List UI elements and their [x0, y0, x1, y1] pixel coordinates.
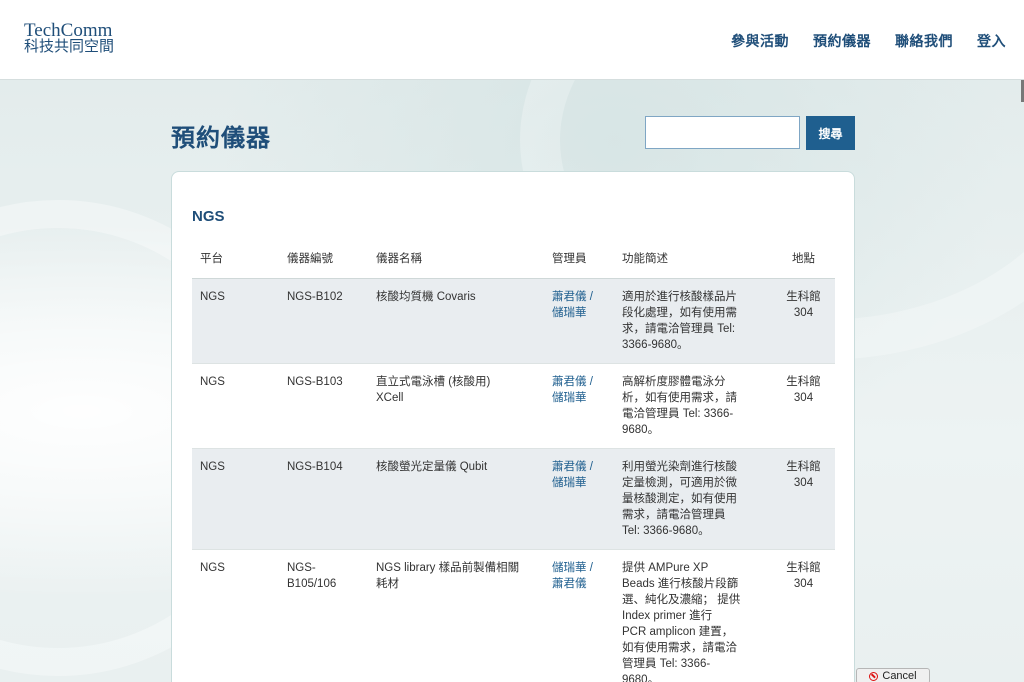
nav-contact[interactable]: 聯絡我們 — [895, 31, 953, 51]
cancel-icon — [869, 671, 879, 681]
site-header: TechComm 科技共同空間 參與活動 預約儀器 聯絡我們 登入 — [0, 0, 1024, 80]
main-nav: 參與活動 預約儀器 聯絡我們 登入 — [731, 31, 1006, 51]
column-header: 平台 — [192, 244, 279, 279]
cell-location: 生科館 304 — [772, 549, 835, 682]
column-header: 功能簡述 — [614, 244, 772, 279]
cell-instrument-name: NGS library 樣品前製備相關 耗材 — [368, 549, 544, 682]
cell-instrument-id: NGS-B103 — [279, 363, 368, 449]
cell-location: 生科館 304 — [772, 363, 835, 449]
nav-login[interactable]: 登入 — [977, 31, 1006, 51]
table-header-row: 平台 儀器編號 儀器名稱 管理員 功能簡述 地點 — [192, 244, 835, 279]
table-row: NGS NGS-B104 核酸螢光定量儀 Qubit 蕭君儀 / 儲瑞華 利用螢光染劑進… — [192, 448, 835, 550]
section-title: NGS — [192, 208, 225, 225]
cell-description: 適用於進行核酸樣品片 段化處理，如有使用需 求，請電洽管理員 Tel: 3366… — [614, 278, 772, 364]
cell-description: 高解析度膠體電泳分 析，如有使用需求，請 電洽管理員 Tel: 3366- 96… — [614, 363, 772, 449]
column-header: 管理員 — [544, 244, 614, 279]
page-title: 預約儀器 — [171, 125, 271, 152]
logo-text-en: TechComm — [24, 20, 113, 41]
nav-events[interactable]: 參與活動 — [731, 31, 789, 51]
cell-platform: NGS — [192, 363, 279, 449]
cell-instrument-id: NGS- B105/106 — [279, 549, 368, 682]
site-logo[interactable]: TechComm 科技共同空間 — [24, 20, 115, 56]
cell-manager[interactable]: 儲瑞華 / 蕭君儀 — [544, 549, 614, 682]
table-row: NGS NGS-B103 直立式電泳槽 (核酸用) XCell 蕭君儀 / 儲瑞華 高解… — [192, 363, 835, 449]
cell-instrument-id: NGS-B104 — [279, 448, 368, 550]
cell-description: 利用螢光染劑進行核酸 定量檢測，可適用於微 量核酸測定，如有使用 需求，請電洽管… — [614, 448, 772, 550]
cancel-label: Cancel — [882, 670, 917, 682]
table-row: NGS NGS-B102 核酸均質機 Covaris 蕭君儀 / 儲瑞華 適用於進行核酸… — [192, 278, 835, 364]
cell-instrument-name: 直立式電泳槽 (核酸用) XCell — [368, 363, 544, 449]
table-row: NGS NGS- B105/106 NGS library 樣品前製備相關 耗材 儲瑞… — [192, 549, 835, 682]
cancel-button[interactable]: Cancel — [856, 668, 930, 682]
instrument-panel: NGS 平台 儀器編號 儀器名稱 管理員 功能簡述 地點 NGS NGS-B102… — [171, 171, 855, 682]
search-input[interactable] — [645, 116, 800, 149]
cell-platform: NGS — [192, 549, 279, 682]
cell-manager[interactable]: 蕭君儀 / 儲瑞華 — [544, 448, 614, 550]
nav-reserve-instruments[interactable]: 預約儀器 — [813, 31, 871, 51]
cell-instrument-name: 核酸均質機 Covaris — [368, 278, 544, 364]
search-button[interactable]: 搜尋 — [806, 116, 855, 150]
cell-description: 提供 AMPure XP Beads 進行核酸片段篩 選、純化及濃縮； 提供 I… — [614, 549, 772, 682]
cell-platform: NGS — [192, 278, 279, 364]
cell-platform: NGS — [192, 448, 279, 550]
cell-instrument-name: 核酸螢光定量儀 Qubit — [368, 448, 544, 550]
logo-text-zh: 科技共同空間 — [24, 39, 115, 55]
cell-location: 生科館 304 — [772, 278, 835, 364]
cell-manager[interactable]: 蕭君儀 / 儲瑞華 — [544, 278, 614, 364]
instrument-table: 平台 儀器編號 儀器名稱 管理員 功能簡述 地點 NGS NGS-B102 核酸均質… — [192, 244, 835, 682]
column-header: 儀器名稱 — [368, 244, 544, 279]
cell-manager[interactable]: 蕭君儀 / 儲瑞華 — [544, 363, 614, 449]
column-header: 地點 — [772, 244, 835, 279]
cell-instrument-id: NGS-B102 — [279, 278, 368, 364]
column-header: 儀器編號 — [279, 244, 368, 279]
cell-location: 生科館 304 — [772, 448, 835, 550]
